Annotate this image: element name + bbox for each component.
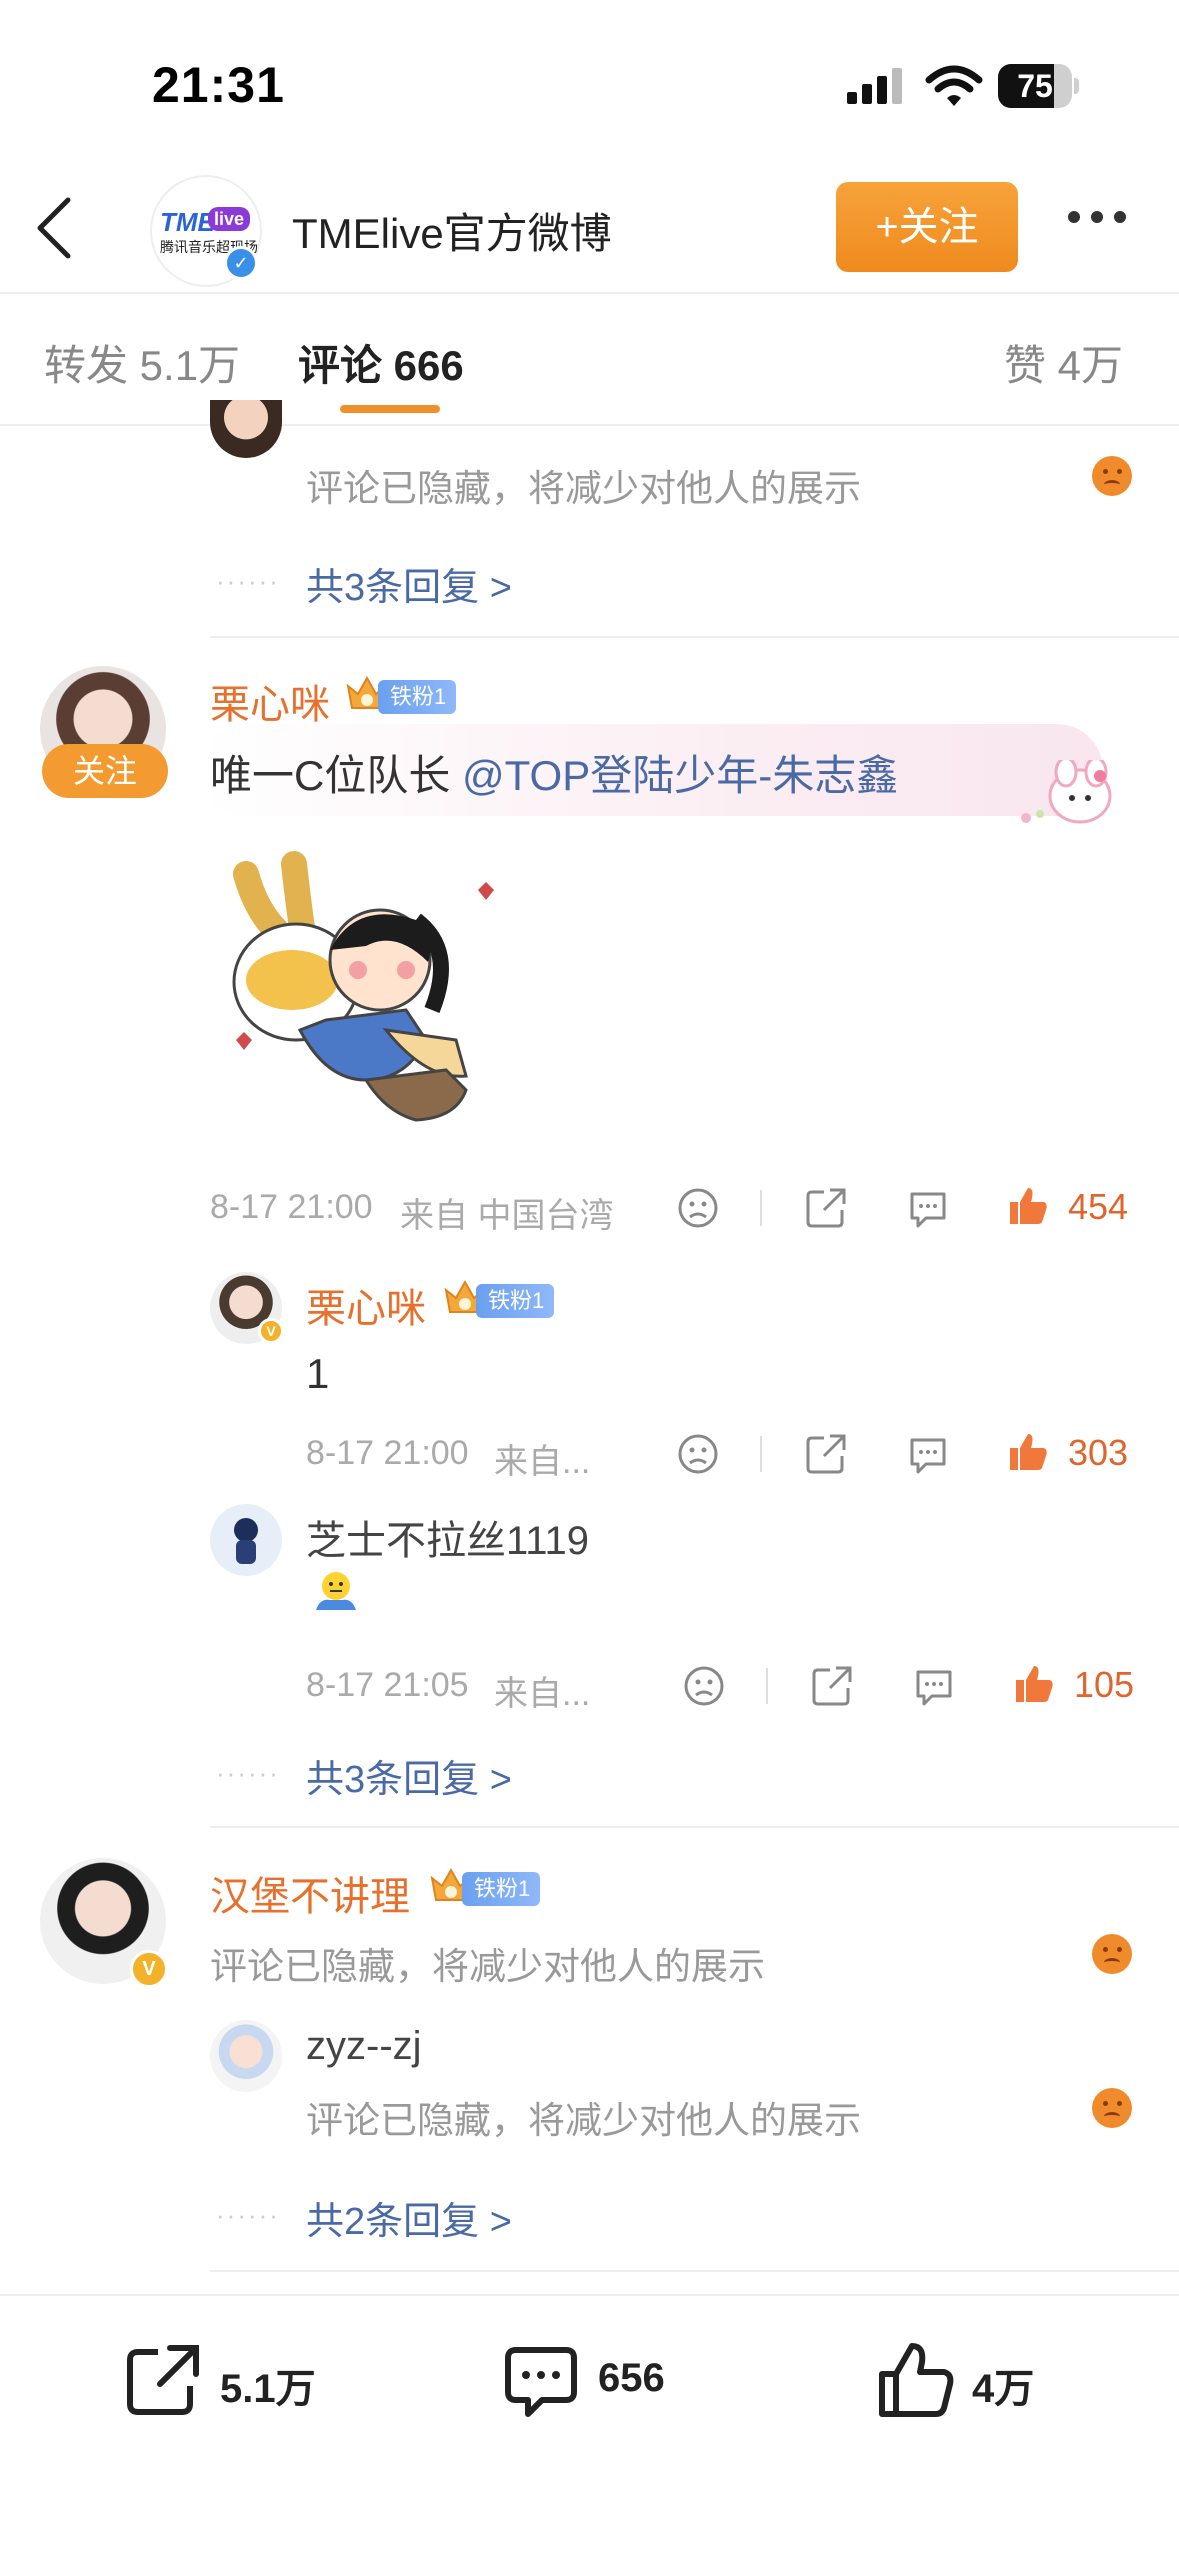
verified-icon: V bbox=[130, 1950, 168, 1988]
hidden-comment-text: 评论已隐藏，将减少对他人的展示 bbox=[306, 2100, 861, 2141]
reply-name[interactable]: zyz--zj bbox=[306, 2024, 422, 2069]
reply-date: 8-17 21:00 bbox=[306, 1434, 469, 1472]
commenter-name[interactable]: 栗心咪 bbox=[210, 672, 330, 730]
tab-active-indicator bbox=[340, 405, 440, 413]
battery-level: 75 bbox=[1017, 68, 1053, 104]
melody-sticker-icon bbox=[1006, 756, 1126, 828]
bottom-action-bar: 5.1万 656 4万 bbox=[0, 2294, 1179, 2556]
dislike-face-icon[interactable] bbox=[682, 1664, 726, 1708]
reply-dots: ······ bbox=[216, 1758, 280, 1788]
divider bbox=[210, 636, 1179, 638]
like-icon[interactable] bbox=[1006, 1184, 1050, 1228]
share-icon[interactable] bbox=[804, 1432, 848, 1476]
divider bbox=[0, 424, 1179, 426]
sad-face-icon[interactable] bbox=[1092, 1934, 1132, 1974]
divider bbox=[0, 292, 1179, 294]
reply-icon[interactable] bbox=[906, 1186, 950, 1230]
like-count: 303 bbox=[1068, 1432, 1129, 1473]
comment-date: 8-17 21:00 bbox=[210, 1188, 373, 1226]
fan-badge[interactable]: 铁粉1 bbox=[428, 1867, 558, 1906]
share-icon bbox=[127, 2345, 199, 2415]
sad-face-icon[interactable] bbox=[1092, 2088, 1132, 2128]
hidden-comment-text: 评论已隐藏，将减少对他人的展示 bbox=[210, 1946, 765, 1987]
like-count-total: 4万 bbox=[972, 2367, 1035, 2411]
reply-source: 来自... bbox=[494, 1443, 591, 1481]
reply-text: 1 bbox=[306, 1350, 330, 1397]
reply-icon[interactable] bbox=[906, 1432, 950, 1476]
like-icon[interactable] bbox=[1012, 1662, 1056, 1706]
dislike-face-icon[interactable] bbox=[676, 1186, 720, 1230]
like-icon[interactable] bbox=[1006, 1430, 1050, 1474]
separator bbox=[760, 1436, 762, 1472]
avatar[interactable] bbox=[210, 400, 282, 458]
divider bbox=[210, 2270, 1179, 2272]
fan-badge[interactable]: 铁粉1 bbox=[442, 1279, 572, 1318]
comment-sticker-image[interactable] bbox=[216, 850, 516, 1140]
avatar[interactable] bbox=[210, 2020, 282, 2092]
reply-count-link[interactable]: 共3条回复 > bbox=[306, 556, 512, 611]
reply-date: 8-17 21:05 bbox=[306, 1666, 469, 1704]
comment-text: 唯一C位队长 @TOP登陆少年-朱志鑫 bbox=[210, 752, 899, 799]
verified-icon: V bbox=[258, 1318, 284, 1344]
reply-count-link[interactable]: 共3条回复 > bbox=[306, 1748, 512, 1803]
reply-source: 来自... bbox=[494, 1675, 591, 1713]
fan-badge[interactable]: 铁粉1 bbox=[344, 675, 474, 714]
separator bbox=[760, 1190, 762, 1226]
fan-badge-label: 铁粉1 bbox=[378, 680, 457, 714]
page-title: TMElive官方微博 bbox=[292, 210, 612, 257]
reply-count-link[interactable]: 共2条回复 > bbox=[306, 2190, 512, 2245]
comment-icon bbox=[505, 2347, 577, 2417]
share-icon[interactable] bbox=[810, 1664, 854, 1708]
sad-face-icon[interactable] bbox=[1092, 456, 1132, 496]
reply-icon[interactable] bbox=[912, 1664, 956, 1708]
avatar[interactable] bbox=[210, 1504, 282, 1576]
verified-icon: ✓ bbox=[224, 246, 258, 280]
like-count: 105 bbox=[1074, 1664, 1135, 1705]
share-icon[interactable] bbox=[804, 1186, 848, 1230]
reply-dots: ······ bbox=[216, 566, 280, 596]
reply-name[interactable]: 芝士不拉丝1119 bbox=[306, 1508, 589, 1566]
like-count: 454 bbox=[1068, 1186, 1129, 1227]
fan-badge-label: 铁粉1 bbox=[476, 1284, 555, 1318]
commenter-name[interactable]: 汉堡不讲理 bbox=[210, 1864, 410, 1922]
fan-badge-label: 铁粉1 bbox=[462, 1872, 541, 1906]
status-time: 21:31 bbox=[152, 57, 285, 113]
wifi-icon bbox=[925, 65, 983, 106]
tab-likes[interactable]: 赞 4万 bbox=[1004, 332, 1123, 393]
follow-button[interactable]: +关注 bbox=[836, 182, 1018, 272]
comment-source: 来自 中国台湾 bbox=[400, 1197, 614, 1235]
logo-live-text: live bbox=[208, 207, 250, 231]
separator bbox=[766, 1668, 768, 1704]
back-arrow-icon[interactable] bbox=[34, 196, 74, 260]
shrug-emoji-icon bbox=[310, 1570, 362, 1616]
more-options-icon[interactable] bbox=[1068, 210, 1138, 240]
mention-link[interactable]: @TOP登陆少年-朱志鑫 bbox=[462, 752, 898, 799]
logo-tme-text: TME bbox=[160, 207, 215, 237]
divider bbox=[210, 1826, 1179, 1828]
tab-reposts[interactable]: 转发 5.1万 bbox=[44, 332, 240, 393]
tab-comments[interactable]: 评论 666 bbox=[298, 332, 464, 393]
like-icon bbox=[879, 2343, 954, 2417]
dislike-face-icon[interactable] bbox=[676, 1432, 720, 1476]
share-action[interactable]: 5.1万 bbox=[124, 2336, 364, 2426]
share-count: 5.1万 bbox=[220, 2367, 316, 2411]
comment-action[interactable]: 656 bbox=[502, 2336, 742, 2426]
hidden-comment-text: 评论已隐藏，将减少对他人的展示 bbox=[306, 468, 861, 509]
battery-indicator: 75 bbox=[998, 64, 1079, 108]
like-action[interactable]: 4万 bbox=[876, 2336, 1116, 2426]
reply-dots: ······ bbox=[216, 2200, 280, 2230]
signal-icon bbox=[847, 68, 902, 104]
comment-count: 656 bbox=[598, 2356, 665, 2400]
reply-name[interactable]: 栗心咪 bbox=[306, 1276, 426, 1334]
follow-user-button[interactable]: 关注 bbox=[42, 744, 168, 798]
